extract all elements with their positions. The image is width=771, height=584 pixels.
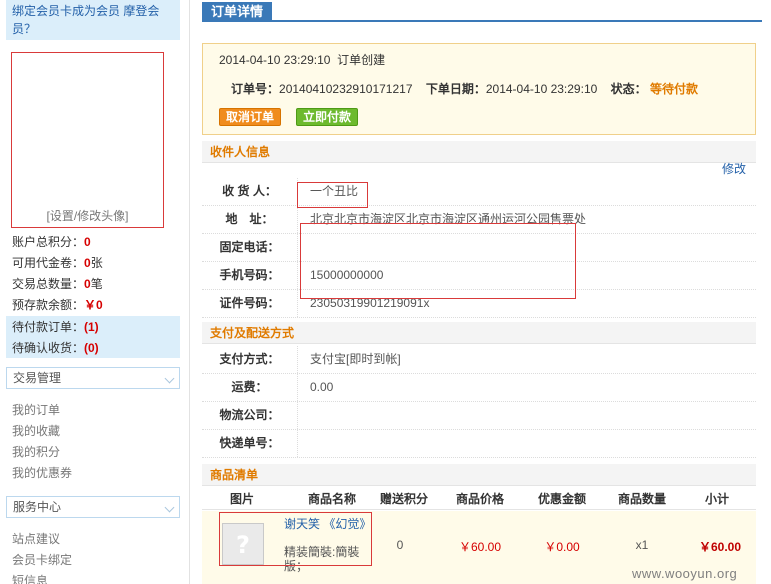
annotation-box-address-phone	[300, 223, 576, 299]
payment-method: 支付宝[即时到帐]	[310, 352, 401, 366]
order-date: 2014-04-10 23:29:10	[485, 82, 598, 96]
payment-section-title: 支付及配送方式	[202, 322, 756, 344]
pay-now-button[interactable]: 立即付款	[296, 108, 359, 126]
stat-transactions: 交易总数量：0笔	[12, 277, 103, 291]
avatar: [设置/修改头像]	[11, 52, 164, 228]
pending-summary: 待付款订单：(1) 待确认收货：(0)	[6, 316, 180, 358]
shipping-fee: 0.00	[310, 380, 334, 394]
product-table-header: 图片 商品名称 赠送积分 商品价格 优惠金额 商品数量 小计	[202, 488, 756, 510]
status-text: 订单创建	[337, 53, 386, 67]
row-shipping-fee: 运费： 0.00	[202, 374, 756, 402]
my-coupons-link[interactable]: 我的优惠券	[12, 463, 72, 483]
row-logistics: 物流公司：	[202, 402, 756, 430]
member-card-bind-link[interactable]: 会员卡绑定	[12, 550, 72, 570]
recipient-section-title: 收件人信息	[202, 141, 756, 163]
row-tracking: 快递单号：	[202, 430, 756, 458]
site-suggestion-link[interactable]: 站点建议	[12, 529, 60, 549]
promo-text: 绑定会员卡成为会员	[12, 4, 121, 18]
watermark-text: www.wooyun.org	[632, 566, 738, 581]
my-points-link[interactable]: 我的积分	[12, 442, 60, 462]
order-tab-bar: 订单详情	[202, 0, 762, 22]
row-payment-method: 支付方式： 支付宝[即时到帐]	[202, 346, 756, 374]
promo-text-2: 员？	[12, 22, 37, 36]
pending-receipt-link[interactable]: 待确认收货：(0)	[12, 338, 99, 358]
col-discount: 优惠金额	[537, 492, 586, 506]
edit-recipient-link[interactable]: 修改	[722, 160, 746, 177]
chevron-down-icon	[164, 502, 175, 513]
product-price: ￥60.00	[458, 540, 502, 554]
col-image: 图片	[229, 492, 254, 506]
stat-vouchers: 可用代金卷：0张	[12, 256, 103, 270]
col-quantity: 商品数量	[617, 492, 666, 506]
my-favorites-link[interactable]: 我的收藏	[12, 421, 60, 441]
set-avatar-link[interactable]: [设置/修改头像]	[12, 207, 163, 224]
messages-link[interactable]: 短信息	[12, 571, 48, 584]
cancel-order-button[interactable]: 取消订单	[219, 108, 282, 126]
stat-deposit-balance: 预存款余额：￥0	[12, 298, 103, 312]
order-state: 等待付款	[650, 82, 699, 96]
col-price: 商品价格	[455, 492, 504, 506]
my-orders-link[interactable]: 我的订单	[12, 400, 60, 420]
annotation-box-name	[297, 182, 368, 208]
order-status-box: 2014-04-10 23:29:10 订单创建 订单号：20140410232…	[202, 43, 756, 135]
product-subtotal: ￥60.00	[698, 540, 742, 554]
product-points: 0	[396, 538, 404, 552]
order-summary: 订单号：20140410232910171217 下单日期：2014-04-10…	[231, 82, 699, 96]
trade-management-section[interactable]: 交易管理	[6, 367, 180, 389]
pending-payment-link[interactable]: 待付款订单：(1)	[12, 317, 99, 337]
col-subtotal: 小计	[704, 492, 729, 506]
order-number: 20140410232910171217	[279, 82, 413, 96]
service-center-section[interactable]: 服务中心	[6, 496, 180, 518]
stat-total-points: 账户总积分：0	[12, 235, 91, 249]
product-quantity: x1	[635, 538, 649, 552]
col-points: 赠送积分	[379, 492, 428, 506]
sidebar: 绑定会员卡成为会员 摩登会 员？ [设置/修改头像] 账户总积分：0 可用代金卷…	[0, 0, 190, 584]
row-recipient-name: 收 货 人： 一个丑比	[202, 178, 756, 206]
chevron-down-icon	[164, 373, 175, 384]
products-section-title: 商品清单	[202, 464, 756, 486]
tab-order-details[interactable]: 订单详情	[202, 2, 272, 22]
annotation-box-product	[219, 512, 372, 566]
member-card-promo: 绑定会员卡成为会员 摩登会 员？	[6, 0, 180, 40]
status-time: 2014-04-10 23:29:10	[219, 53, 331, 67]
order-status-line: 2014-04-10 23:29:10 订单创建	[219, 51, 385, 68]
promo-link[interactable]: 摩登会	[123, 4, 159, 18]
product-discount: ￥0.00	[544, 540, 580, 554]
